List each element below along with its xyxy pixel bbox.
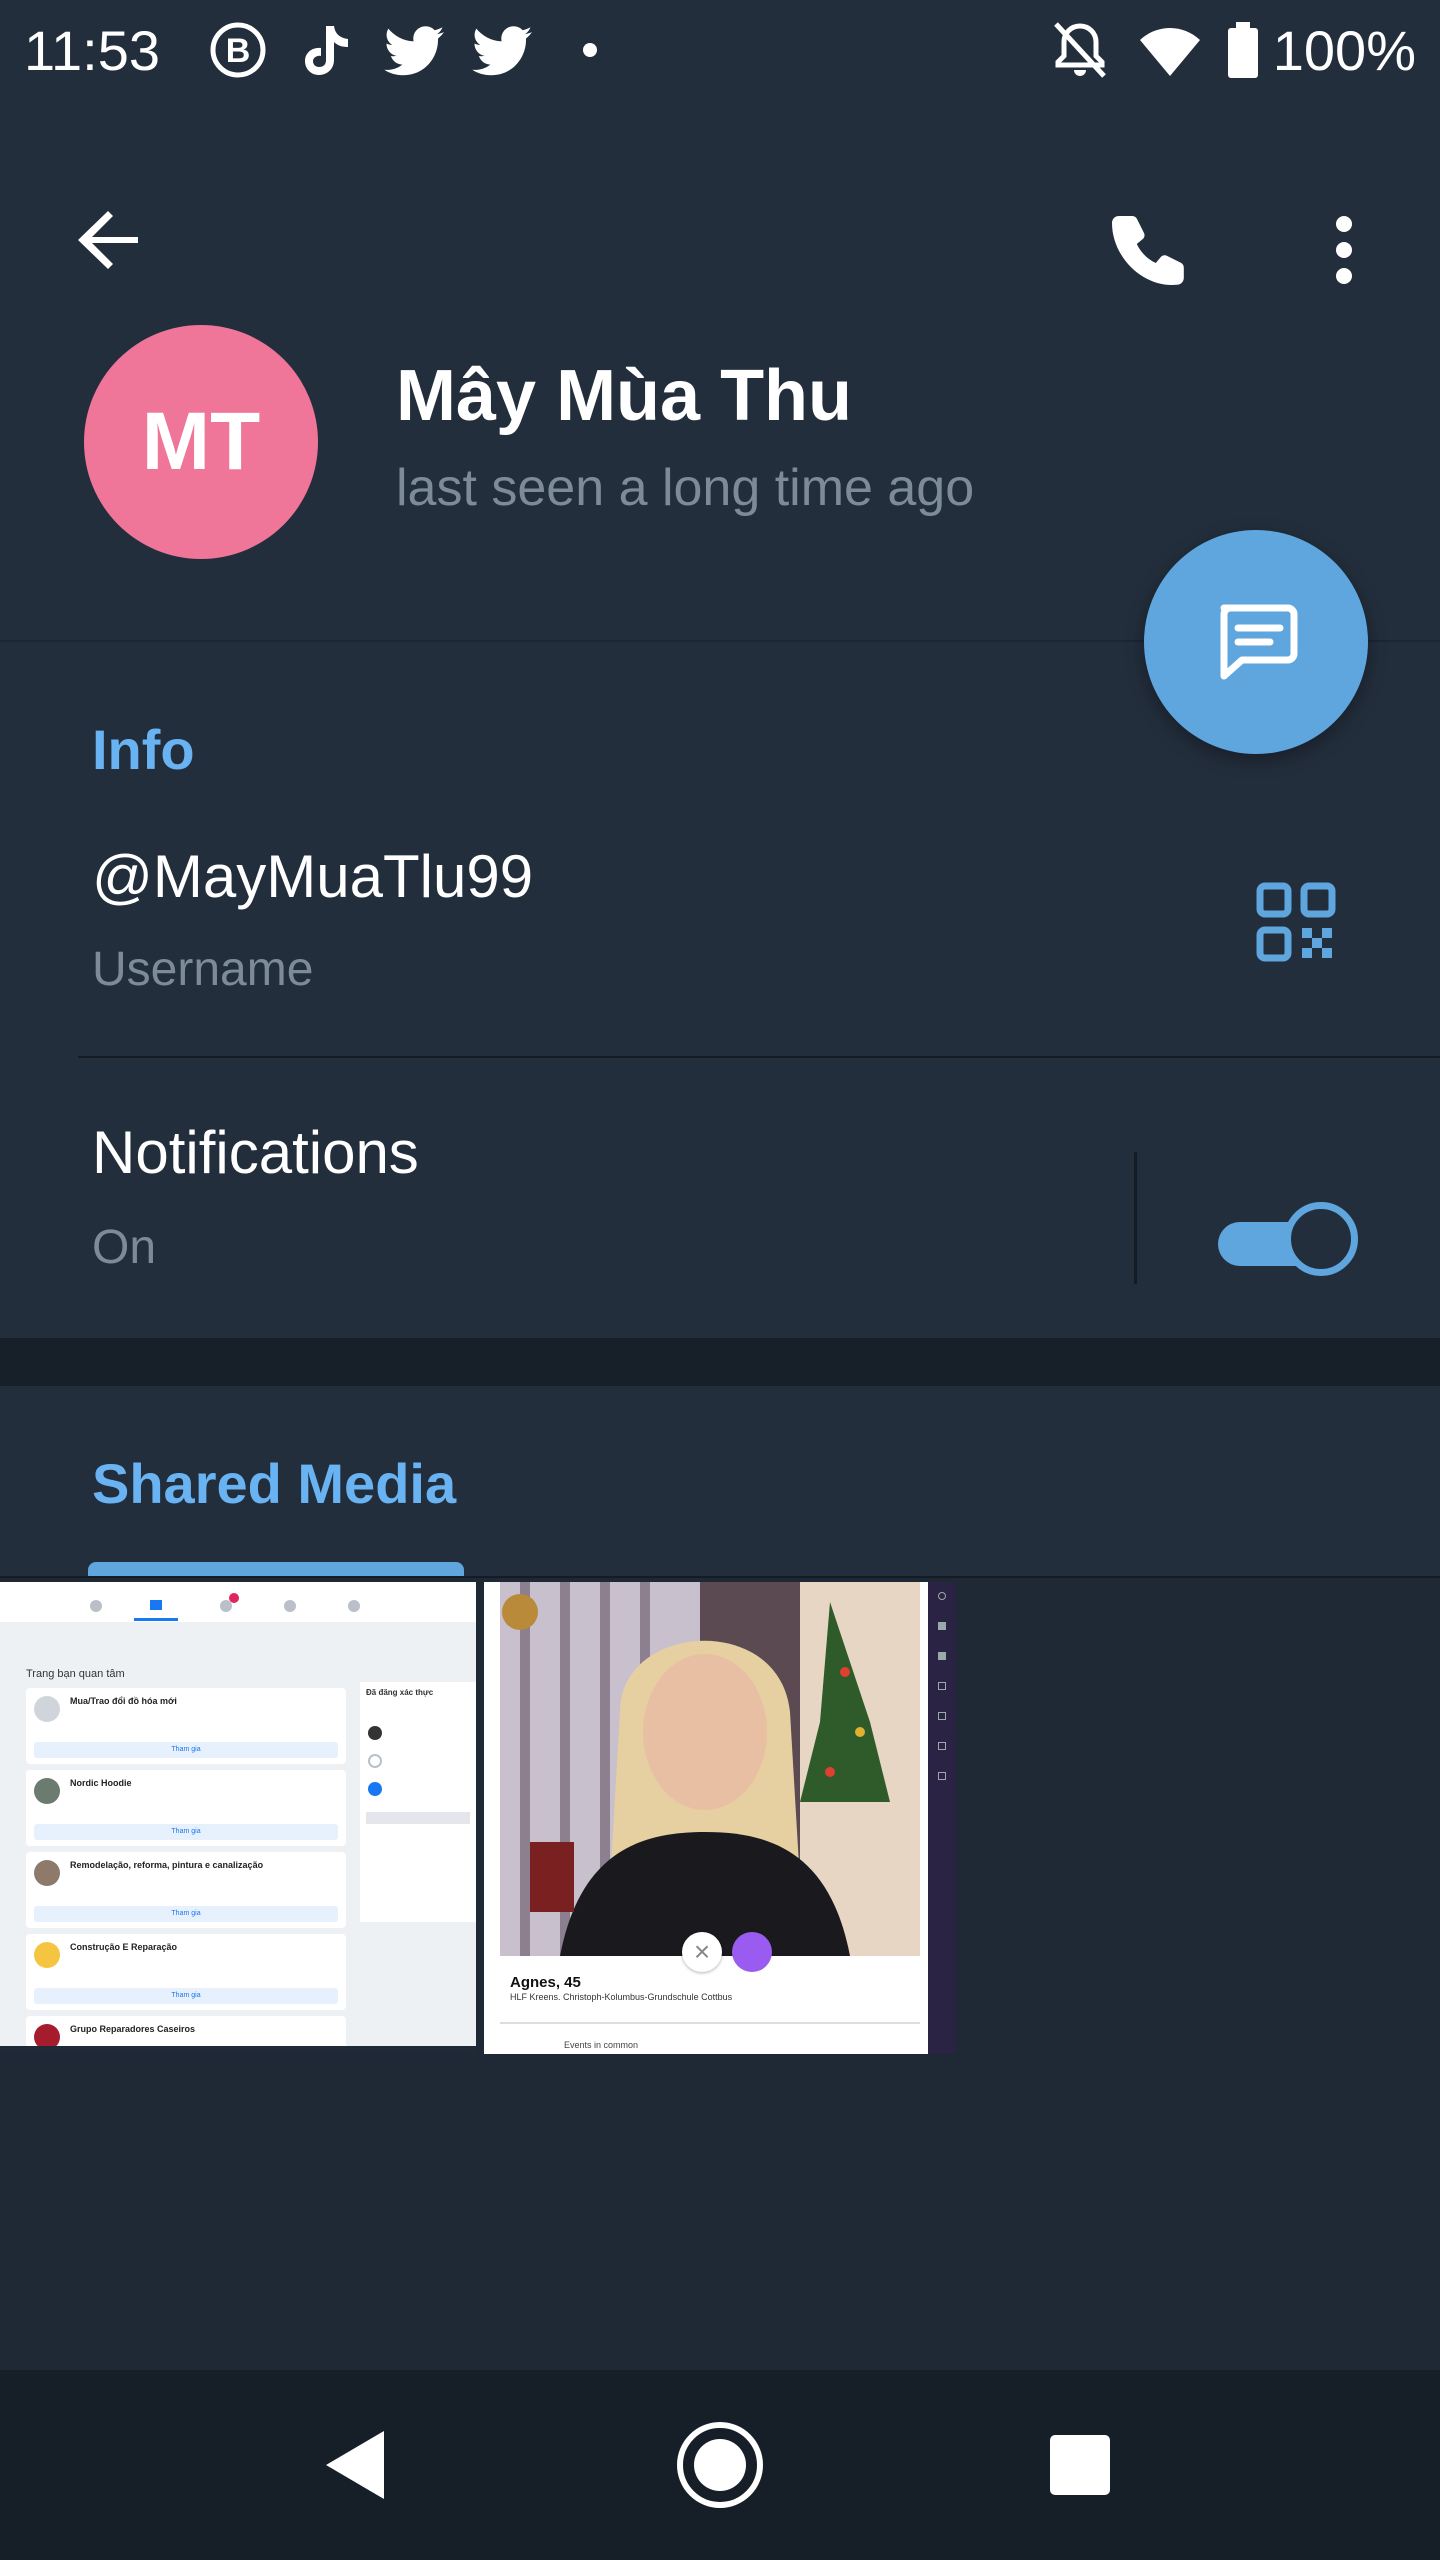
join-button: Tham gia xyxy=(34,1906,338,1922)
wifi-icon xyxy=(1140,28,1200,76)
nav-recents-button[interactable] xyxy=(1025,2410,1135,2520)
side-toolbar xyxy=(928,1582,956,2054)
avatar[interactable]: MT xyxy=(84,325,318,559)
list-item: Nordic Hoodie Tham gia xyxy=(26,1770,346,1846)
contact-name: Mây Mùa Thu xyxy=(396,356,853,436)
notifications-toggle[interactable] xyxy=(1218,1200,1358,1276)
call-button[interactable] xyxy=(1100,200,1200,300)
toolbar-dot xyxy=(938,1592,946,1600)
qr-code-button[interactable] xyxy=(1246,872,1346,972)
toolbar-dot xyxy=(938,1742,946,1750)
profile-subtitle: HLF Kreens. Christoph-Kolumbus-Grundschu… xyxy=(510,1992,733,2002)
toolbar-dot xyxy=(938,1712,946,1720)
message-icon xyxy=(1220,604,1298,680)
arrow-left-icon xyxy=(78,211,138,269)
twitter-icon xyxy=(472,26,532,76)
svg-text:B: B xyxy=(226,32,251,70)
thumbnail-sidebar: Đã đăng xác thực xyxy=(360,1682,476,1922)
group-name: Nordic Hoodie xyxy=(70,1778,132,1788)
thumbnail-heading: Trang bạn quan tâm xyxy=(26,1668,125,1680)
notifications-value: On xyxy=(92,1221,157,1274)
last-seen-status: last seen a long time ago xyxy=(396,459,975,517)
dislike-icon: × xyxy=(682,1932,722,1972)
toolbar-dot xyxy=(938,1682,946,1690)
username-label: Username xyxy=(92,943,314,996)
notifications-off-icon xyxy=(1054,22,1106,78)
more-vert-icon xyxy=(1336,216,1352,284)
group-name: Construção E Reparação xyxy=(70,1942,178,1952)
status-bar: 11:53 B 100% xyxy=(0,0,1440,100)
sidebar-bar xyxy=(366,1812,470,1824)
square-recents-icon xyxy=(1050,2435,1110,2495)
row-divider xyxy=(78,1056,1440,1058)
card-divider xyxy=(500,2022,920,2024)
toggle-divider xyxy=(1134,1152,1137,1284)
card-footer: Events in common xyxy=(564,2040,639,2050)
tab-indicator xyxy=(88,1562,464,1576)
media-tabs: Shared Media xyxy=(0,1386,1440,1578)
group-name: Remodelação, reforma, pintura e canaliza… xyxy=(70,1860,264,1870)
profile-name: Agnes, 45 xyxy=(510,1974,581,1991)
send-message-button[interactable] xyxy=(1144,530,1368,754)
shared-media-section: Shared Media Trang bạn quan tâm Mua/Trao… xyxy=(0,1386,1440,2386)
thumbnail-list: Mua/Trao đổi đồ hóa mới Tham gia Nordic … xyxy=(26,1688,346,2054)
tiktok-icon xyxy=(305,26,348,75)
notifications-label[interactable]: Notifications xyxy=(92,1118,419,1187)
group-avatar xyxy=(34,1860,60,1886)
thumbnail-toolbar xyxy=(0,1582,476,1622)
nav-home-button[interactable] xyxy=(665,2410,775,2520)
battery-icon xyxy=(1228,22,1258,78)
triangle-back-icon xyxy=(326,2431,384,2499)
group-name: Mua/Trao đổi đồ hóa mới xyxy=(70,1696,177,1706)
tabs-divider xyxy=(0,1576,1440,1578)
toolbar-dot xyxy=(938,1772,946,1780)
info-title: Info xyxy=(92,718,195,781)
list-item: Remodelação, reforma, pintura e canaliza… xyxy=(26,1852,346,1928)
back-button[interactable] xyxy=(60,190,160,290)
more-options-button[interactable] xyxy=(1294,200,1394,300)
thumbnail-taskbar xyxy=(0,2046,476,2054)
tab-shared-media[interactable]: Shared Media xyxy=(92,1451,456,1516)
status-time: 11:53 xyxy=(24,19,160,82)
list-item: Construção E Reparação Tham gia xyxy=(26,1934,346,2010)
join-button: Tham gia xyxy=(34,1988,338,2004)
username-value[interactable]: @MayMuaTlu99 xyxy=(92,842,533,911)
group-name: Grupo Reparadores Caseiros xyxy=(70,2024,196,2034)
media-thumbnail[interactable]: × Agnes, 45 HLF Kreens. Christoph-Kolumb… xyxy=(484,1582,956,2054)
sidebar-heading: Đã đăng xác thực xyxy=(366,1688,434,1697)
qr-code-icon xyxy=(1256,882,1336,962)
list-item: Mua/Trao đổi đồ hóa mới Tham gia xyxy=(26,1688,346,1764)
system-navigation-bar xyxy=(0,2370,1440,2560)
join-button: Tham gia xyxy=(34,1824,338,1840)
phone-icon xyxy=(1112,216,1184,286)
section-gap xyxy=(0,1338,1440,1386)
b-circle-icon: B xyxy=(210,22,266,78)
circle-home-icon xyxy=(677,2422,763,2508)
media-thumbnail[interactable]: Trang bạn quan tâm Mua/Trao đổi đồ hóa m… xyxy=(0,1582,476,2054)
nav-back-button[interactable] xyxy=(300,2410,410,2520)
battery-percent: 100% xyxy=(1272,19,1416,82)
group-avatar xyxy=(34,1696,60,1722)
group-avatar xyxy=(34,1942,60,1968)
dot-icon xyxy=(583,43,597,57)
sidebar-dot xyxy=(368,1726,382,1740)
photo-portrait xyxy=(500,1582,920,1956)
sidebar-dot xyxy=(368,1782,382,1796)
toolbar-dot xyxy=(938,1652,946,1660)
like-icon xyxy=(732,1932,772,1972)
twitter-icon xyxy=(384,26,444,76)
toolbar-dot xyxy=(938,1622,946,1630)
group-avatar xyxy=(34,1778,60,1804)
join-button: Tham gia xyxy=(34,1742,338,1758)
toggle-knob xyxy=(1284,1202,1358,1276)
sidebar-dot xyxy=(368,1754,382,1768)
